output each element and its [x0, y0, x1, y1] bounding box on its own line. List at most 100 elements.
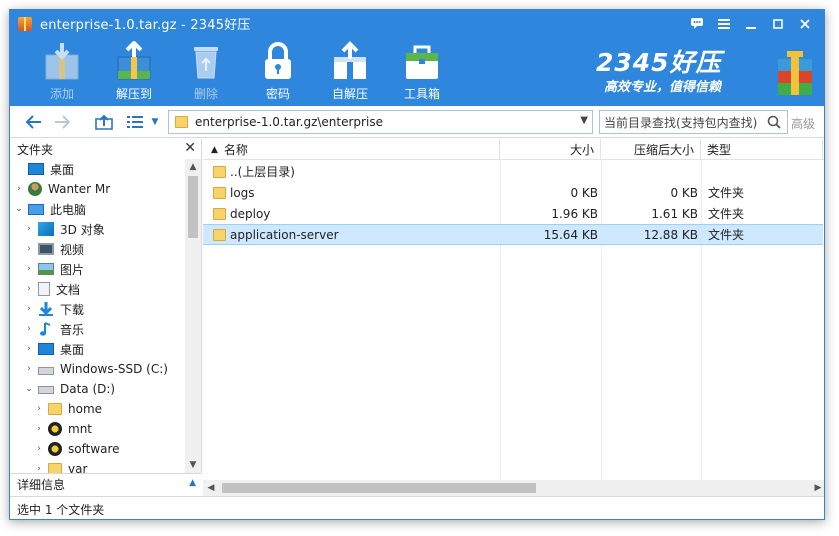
tree-item-downloads[interactable]: › 下载	[24, 299, 84, 319]
computer-icon	[28, 203, 44, 215]
trash-icon	[184, 41, 228, 81]
tree-item-documents[interactable]: › 文档	[24, 279, 80, 299]
list-horizontal-scrollbar[interactable]: ◀ ▶	[203, 480, 824, 496]
column-type[interactable]: 类型	[701, 139, 823, 160]
tree-expand-icon[interactable]: ›	[34, 464, 44, 473]
tree-item-user[interactable]: › Wanter Mr	[14, 179, 110, 199]
self-extract-icon	[328, 41, 372, 81]
window-title: enterprise-1.0.tar.gz - 2345好压	[40, 18, 251, 33]
tree-item-music[interactable]: › 音乐	[24, 319, 84, 339]
table-row-selected[interactable]: application-server 15.64 KB 12.88 KB 文件夹	[203, 224, 823, 245]
archive-window: enterprise-1.0.tar.gz - 2345好压 添加 解压到 删除…	[9, 9, 825, 520]
app-archive-icon	[18, 16, 32, 31]
table-row[interactable]: ..(上层目录)	[203, 161, 823, 182]
column-size[interactable]: 大小	[500, 139, 601, 160]
table-row[interactable]: logs 0 KB 0 KB 文件夹	[203, 182, 823, 203]
tree-collapse-icon[interactable]: ⌄	[24, 384, 34, 394]
drive-icon	[38, 386, 54, 394]
tree-expand-icon[interactable]: ›	[24, 264, 34, 274]
up-folder-icon[interactable]	[92, 110, 116, 134]
tree-item-var[interactable]: › var	[34, 459, 87, 473]
tree-expand-icon[interactable]: ›	[34, 444, 44, 454]
search-icon[interactable]	[767, 115, 781, 129]
tree-expand-icon[interactable]: ›	[34, 424, 44, 434]
minimize-icon[interactable]	[737, 10, 764, 37]
tree-expand-icon[interactable]: ›	[34, 404, 44, 414]
tree-expand-icon[interactable]: ›	[24, 304, 34, 314]
tree-expand-icon[interactable]: ›	[24, 344, 34, 354]
tree-item-desktop[interactable]: 桌面	[14, 159, 74, 179]
music-icon	[38, 322, 54, 336]
main-toolbar: 添加 解压到 删除 密码 自解压 工具箱 2345好压 高效专业，值得信赖	[10, 37, 824, 106]
search-placeholder: 当前目录查找(支持包内查找)	[604, 115, 758, 130]
extract-to-icon	[112, 40, 156, 81]
toolbox-button[interactable]: 工具箱	[390, 41, 454, 103]
tree-item-software[interactable]: › software	[34, 439, 120, 459]
path-field[interactable]: enterprise-1.0.tar.gz\enterprise ▼	[168, 110, 593, 134]
scroll-up-icon[interactable]: ▲	[185, 159, 201, 175]
tree-item-drive-d[interactable]: ⌄ Data (D:)	[24, 379, 115, 399]
brand-archive-icon	[775, 49, 815, 97]
menu-icon[interactable]	[710, 10, 737, 37]
scroll-thumb[interactable]	[222, 483, 536, 493]
documents-icon	[38, 282, 50, 296]
tree-item-3d-objects[interactable]: › 3D 对象	[24, 219, 105, 239]
path-folder-icon	[175, 116, 188, 128]
close-icon[interactable]	[791, 10, 818, 37]
tree-collapse-icon[interactable]: ⌄	[14, 204, 24, 214]
view-list-icon[interactable]	[124, 110, 146, 134]
tree-expand-icon[interactable]: ›	[24, 364, 34, 374]
software-folder-icon	[48, 442, 62, 456]
folder-icon	[213, 207, 226, 220]
tree-item-videos[interactable]: › 视频	[24, 239, 84, 259]
tree-item-this-pc[interactable]: ⌄ 此电脑	[14, 199, 86, 219]
path-text: enterprise-1.0.tar.gz\enterprise	[195, 115, 383, 129]
tree-item-desktop-pc[interactable]: › 桌面	[24, 339, 84, 359]
tree-expand-icon[interactable]: ›	[24, 284, 34, 294]
column-name[interactable]: ▲ 名称	[203, 139, 500, 160]
tree-expand-icon[interactable]: ›	[14, 184, 24, 194]
delete-button[interactable]: 删除	[174, 41, 238, 103]
forward-arrow-icon[interactable]	[50, 110, 74, 134]
self-extract-button[interactable]: 自解压	[318, 41, 382, 103]
folder-icon	[48, 403, 62, 415]
search-input[interactable]: 当前目录查找(支持包内查找)	[599, 110, 788, 134]
parent-folder-icon	[213, 165, 226, 178]
sort-up-icon: ▲	[211, 144, 218, 155]
view-dropdown-chevron-icon[interactable]: ▼	[148, 110, 162, 134]
video-icon	[38, 243, 54, 255]
table-row[interactable]: deploy 1.96 KB 1.61 KB 文件夹	[203, 203, 823, 224]
tree-item-mnt[interactable]: › mnt	[34, 419, 92, 439]
maximize-icon[interactable]	[764, 10, 791, 37]
objects-3d-icon	[38, 222, 54, 236]
extract-to-button[interactable]: 解压到	[102, 40, 166, 103]
scroll-left-icon[interactable]: ◀	[203, 480, 219, 496]
brand-logo: 2345好压 高效专业，值得信赖	[596, 48, 722, 95]
chevron-up-icon[interactable]: ▲	[189, 478, 196, 488]
add-button[interactable]: 添加	[30, 41, 94, 103]
tree-item-pictures[interactable]: › 图片	[24, 259, 84, 279]
desktop-icon	[38, 343, 54, 355]
title-bar[interactable]: enterprise-1.0.tar.gz - 2345好压	[10, 10, 824, 37]
tree-vertical-scrollbar[interactable]: ▲ ▼	[185, 159, 201, 473]
folder-tree-header: 文件夹 ✕	[17, 140, 196, 157]
tree-expand-icon[interactable]: ›	[24, 224, 34, 234]
path-dropdown-icon[interactable]: ▼	[580, 115, 588, 126]
details-toggle-bar[interactable]: 详细信息 ▲	[10, 473, 202, 495]
tree-expand-icon[interactable]: ›	[24, 244, 34, 254]
scroll-right-icon[interactable]: ▶	[810, 480, 824, 496]
password-button[interactable]: 密码	[246, 41, 310, 103]
scroll-thumb[interactable]	[188, 176, 198, 238]
column-packed-size[interactable]: 压缩后大小	[601, 139, 701, 160]
close-tree-icon[interactable]: ✕	[184, 140, 196, 156]
status-bar: 选中 1 个文件夹	[10, 496, 824, 519]
tree-expand-icon[interactable]: ›	[24, 324, 34, 334]
feedback-icon[interactable]	[683, 10, 710, 37]
download-icon	[38, 302, 54, 316]
folder-tree-pane: 文件夹 ✕ 桌面 › Wanter Mr ⌄ 此电脑 › 3D 对象 › 视频	[10, 139, 202, 473]
tree-item-drive-c[interactable]: › Windows-SSD (C:)	[24, 359, 168, 379]
back-arrow-icon[interactable]	[22, 110, 46, 134]
advanced-search-link[interactable]: 高级	[791, 115, 815, 132]
tree-item-home[interactable]: › home	[34, 399, 102, 419]
scroll-down-icon[interactable]: ▼	[185, 457, 201, 473]
